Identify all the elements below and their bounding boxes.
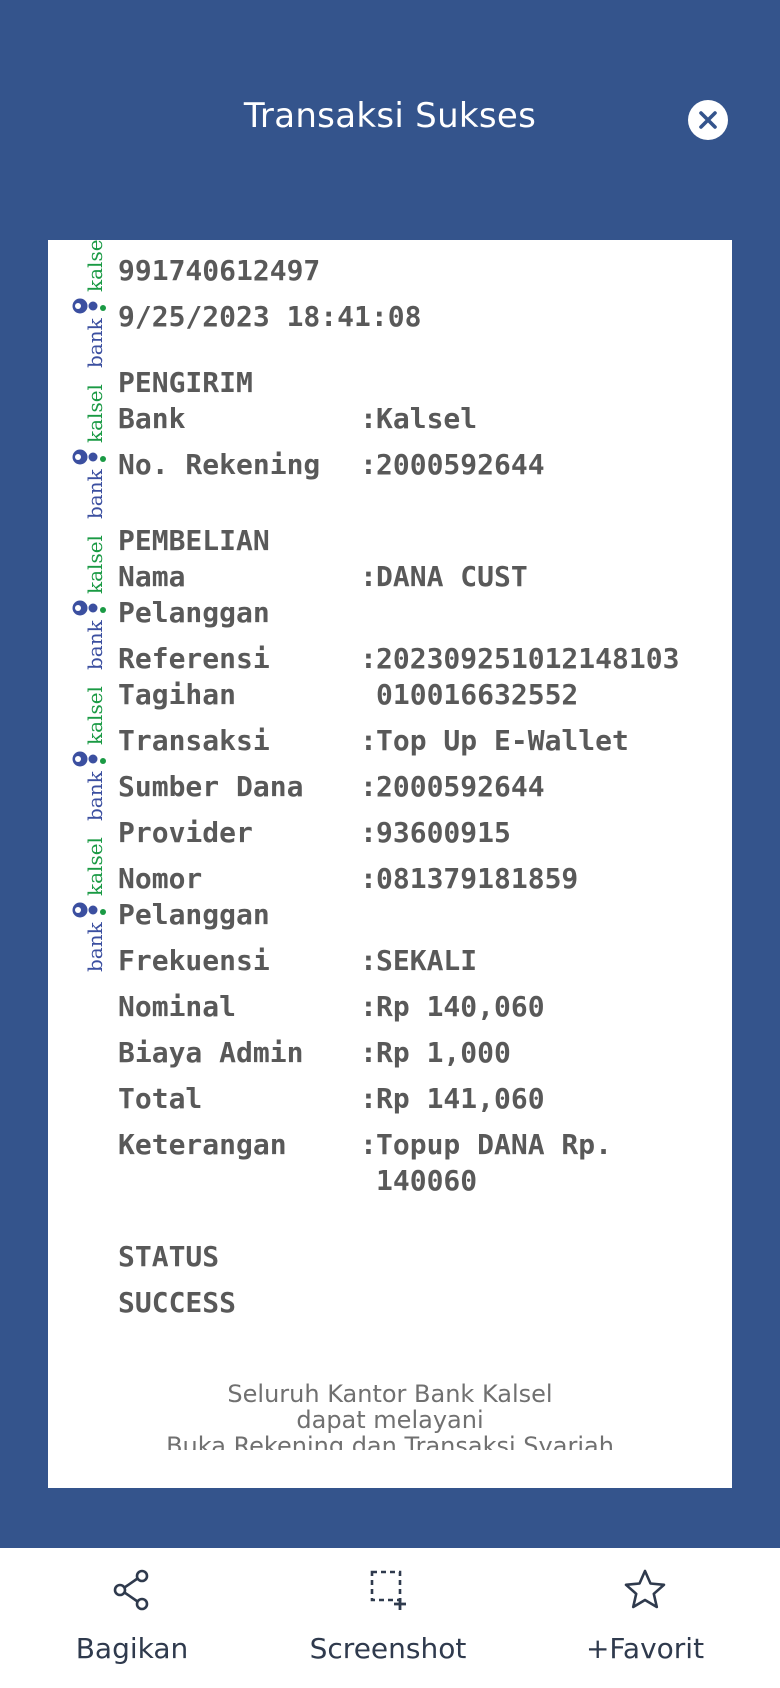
page-title: Transaksi Sukses <box>243 96 537 136</box>
share-label: Bagikan <box>75 1632 189 1665</box>
reference-number: 991740612497 <box>118 254 321 287</box>
star-icon <box>624 1569 666 1609</box>
share-button[interactable]: Bagikan <box>12 1548 252 1688</box>
row-colon: : <box>360 642 377 675</box>
footer-line-2: dapat melayani <box>296 1406 484 1434</box>
row-value: Rp 141,060 <box>376 1082 545 1115</box>
row-label: Sumber Dana <box>118 770 304 803</box>
row-colon: : <box>360 1082 377 1115</box>
footer-line-1: Seluruh Kantor Bank Kalsel <box>227 1380 553 1408</box>
row-value: Topup DANA Rp. <box>376 1128 613 1161</box>
row-label: Provider <box>118 816 253 849</box>
row-value-cont: 010016632552 <box>376 678 579 711</box>
row-label: Nomor <box>118 862 203 895</box>
share-icon <box>113 1569 149 1611</box>
row-value: 93600915 <box>376 816 511 849</box>
favorite-button[interactable]: +Favorit <box>525 1548 765 1688</box>
row-label: Total <box>118 1082 203 1115</box>
row-label: Nominal <box>118 990 237 1023</box>
row-colon: : <box>360 402 377 435</box>
row-label: Transaksi <box>118 724 270 757</box>
row-label-cont: Pelanggan <box>118 596 270 629</box>
row-colon: : <box>360 1128 377 1161</box>
row-label: Biaya Admin <box>118 1036 304 1069</box>
row-label-cont: Pelanggan <box>118 898 270 931</box>
row-label: Frekuensi <box>118 944 270 977</box>
row-label: Nama <box>118 560 186 593</box>
row-value: 202309251012148103 <box>376 642 680 675</box>
screenshot-button[interactable]: Screenshot <box>268 1548 508 1688</box>
receipt-card: bank kalsel 991740612497 9/25/2023 18:41… <box>48 240 732 1488</box>
row-colon: : <box>360 990 377 1023</box>
transaction-datetime: 9/25/2023 18:41:08 <box>118 300 422 333</box>
row-colon: : <box>360 770 377 803</box>
row-value: Kalsel <box>376 402 478 435</box>
row-value-cont: 140060 <box>376 1164 478 1197</box>
row-value: Rp 1,000 <box>376 1036 511 1069</box>
row-value: 2000592644 <box>376 448 545 481</box>
row-colon: : <box>360 816 377 849</box>
row-label: Referensi <box>118 642 270 675</box>
row-value: DANA CUST <box>376 560 528 593</box>
sender-heading: PENGIRIM <box>118 366 253 399</box>
row-value: 081379181859 <box>376 862 579 895</box>
row-value: SEKALI <box>376 944 478 977</box>
status-heading: STATUS <box>118 1240 220 1273</box>
row-label: Bank <box>118 402 186 435</box>
status-value: SUCCESS <box>118 1286 237 1319</box>
favorite-label: +Favorit <box>585 1632 705 1665</box>
purchase-heading: PEMBELIAN <box>118 524 270 557</box>
row-label-cont: Tagihan <box>118 678 237 711</box>
bottom-action-bar: Bagikan Screenshot +Favorit <box>0 1548 780 1688</box>
close-icon <box>699 111 717 129</box>
row-colon: : <box>360 944 377 977</box>
svg-text:bank: bank <box>83 317 107 368</box>
row-value: Rp 140,060 <box>376 990 545 1023</box>
row-value: Top Up E-Wallet <box>376 724 629 757</box>
row-colon: : <box>360 560 377 593</box>
row-value: 2000592644 <box>376 770 545 803</box>
screenshot-icon <box>370 1570 406 1610</box>
row-label: No. Rekening <box>118 448 321 481</box>
row-colon: : <box>360 724 377 757</box>
row-colon: : <box>360 862 377 895</box>
bank-kalsel-watermark: bank kalsel <box>72 240 107 972</box>
row-colon: : <box>360 1036 377 1069</box>
row-label: Keterangan <box>118 1128 287 1161</box>
footer-line-3: Buka Rekening dan Transaksi Syariah <box>166 1432 614 1450</box>
row-colon: : <box>360 448 377 481</box>
svg-text:kalsel: kalsel <box>83 240 107 292</box>
screenshot-label: Screenshot <box>309 1632 467 1665</box>
close-button[interactable] <box>688 100 728 140</box>
